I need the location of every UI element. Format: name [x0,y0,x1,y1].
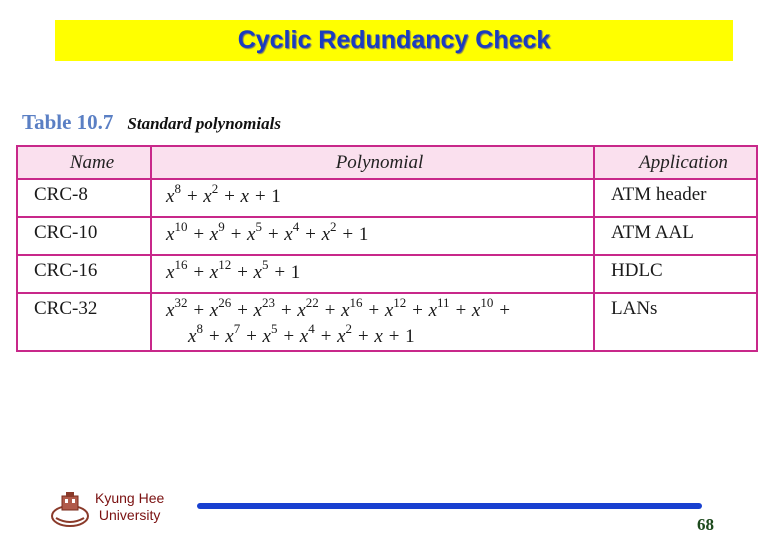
polynomial-exponent: 32 [174,295,188,310]
polynomial-exponent: 23 [261,295,275,310]
header-application: Application [593,145,758,180]
polynomial-exponent: 4 [308,321,315,336]
header-polynomial: Polynomial [150,145,595,180]
polynomial-expression-line-1: x32 + x26 + x23 + x22 + x16 + x12 + x11 … [166,295,511,321]
table-description: Standard polynomials [127,114,281,133]
polynomial-term: x [253,300,262,321]
table-row: CRC-32 x32 + x26 + x23 + x22 + x16 + x12… [16,292,758,352]
cell-name: CRC-16 [16,254,152,294]
table-header-row: Name Polynomial Application [16,145,758,180]
polynomial-term: x [284,224,293,245]
polynomial-term: x [341,300,350,321]
polynomial-exponent: 12 [393,295,407,310]
cell-polynomial: x16 + x12 + x5 + 1 [150,254,595,294]
table-row: CRC-8 x8 + x2 + x + 1 ATM header [16,178,758,218]
polynomial-exponent: 2 [330,219,337,234]
polynomial-exponent: 8 [174,181,181,196]
university-name-line-1: Kyung Hee [95,490,165,506]
polynomial-term: x [225,326,234,347]
polynomial-expression-line-2: x8 + x7 + x5 + x4 + x2 + x + 1 [188,321,415,347]
slide-title-bar: Cyclic Redundancy Check [55,20,733,61]
cell-name: CRC-8 [16,178,152,218]
polynomial-expression: x10 + x9 + x5 + x4 + x2 + 1 [166,219,369,245]
polynomial-exponent: 16 [174,257,188,272]
cell-application: HDLC [593,254,758,294]
polynomial-term: 1 [405,326,415,347]
polynomial-exponent: 5 [261,257,269,272]
polynomial-term: x [240,186,249,207]
polynomial-exponent: 11 [437,295,450,310]
polynomial-exponent: 9 [218,219,225,234]
page-number: 68 [697,515,714,534]
polynomial-exponent: 16 [349,295,363,310]
polynomial-term: x [428,300,438,321]
polynomials-table: Name Polynomial Application CRC-8 x8 + x… [16,145,758,352]
polynomial-exponent: 26 [218,295,232,310]
cell-name: CRC-32 [16,292,152,352]
polynomial-term: x [384,300,394,321]
table-caption: Table 10.7 Standard polynomials [22,110,281,135]
polynomial-term: x [209,262,219,283]
polynomial-exponent: 5 [270,321,278,336]
polynomial-exponent: 8 [196,321,203,336]
polynomial-exponent: 12 [218,257,232,272]
polynomial-term: 1 [271,186,281,207]
polynomial-exponent: 10 [174,219,188,234]
cell-polynomial: x32 + x26 + x23 + x22 + x16 + x12 + x11 … [150,292,595,352]
cell-polynomial: x8 + x2 + x + 1 [150,178,595,218]
polynomial-exponent: 5 [255,219,262,234]
table-row: CRC-16 x16 + x12 + x5 + 1 HDLC [16,254,758,294]
table-number: Table 10.7 [22,110,114,134]
cell-name: CRC-10 [16,216,152,256]
polynomial-term: x [203,186,212,207]
polynomial-term: x [262,326,271,347]
polynomial-term: 1 [358,224,369,245]
polynomial-term: x [374,326,383,347]
header-name: Name [16,145,152,180]
polynomial-term: 1 [290,262,301,283]
polynomial-term: x [209,300,219,321]
polynomial-term: x [297,300,306,321]
university-name: Kyung Hee University [95,490,164,524]
polynomial-expression: x16 + x12 + x5 + 1 [166,257,301,283]
polynomial-term: x [337,326,346,347]
polynomial-exponent: 2 [211,181,219,196]
cell-application: ATM header [593,178,758,218]
polynomial-term: x [321,224,330,245]
cell-application: LANs [593,292,758,352]
polynomial-exponent: 7 [233,321,241,336]
table-row: CRC-10 x10 + x9 + x5 + x4 + x2 + 1 ATM A… [16,216,758,256]
polynomial-exponent: 10 [480,295,494,310]
polynomial-exponent: 22 [305,295,319,310]
university-emblem-icon [51,492,89,527]
polynomial-term: x [299,326,309,347]
cell-application: ATM AAL [593,216,758,256]
polynomial-expression: x8 + x2 + x + 1 [166,181,281,207]
slide-title: Cyclic Redundancy Check [237,26,551,54]
polynomial-exponent: 4 [292,219,300,234]
footer-divider [197,503,702,509]
university-name-line-2: University [98,507,161,523]
polynomial-term: x [253,262,262,283]
polynomial-term: x [209,224,219,245]
polynomial-exponent: 2 [345,321,353,336]
cell-polynomial: x10 + x9 + x5 + x4 + x2 + 1 [150,216,595,256]
